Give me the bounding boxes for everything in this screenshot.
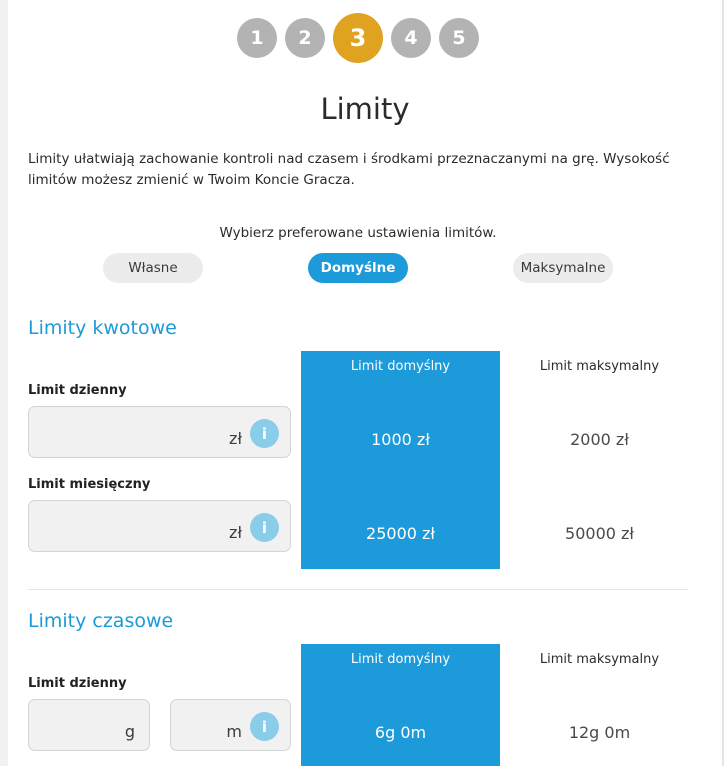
intro-text: Limity ułatwiają zachowanie kontroli nad…	[28, 151, 670, 188]
limits-panel: 1 2 3 4 5 Limity Limity ułatwiają zachow…	[8, 0, 722, 766]
step-3-active[interactable]: 3	[333, 13, 383, 63]
option-max-button[interactable]: Maksymalne	[513, 253, 613, 283]
amount-daily-default-value: 1000 zł	[371, 430, 430, 449]
page-title: Limity	[320, 92, 410, 126]
minutes-unit: m	[226, 722, 242, 741]
step-2[interactable]: 2	[285, 18, 325, 58]
amount-default-header: Limit domyślny	[350, 359, 451, 374]
option-default-button[interactable]: Domyślne	[308, 253, 408, 283]
info-icon[interactable]: i	[250, 513, 279, 542]
amount-daily-label: Limit dzienny	[28, 383, 127, 398]
amount-monthly-max-value: 50000 zł	[565, 524, 634, 543]
step-1[interactable]: 1	[237, 18, 277, 58]
step-indicator: 1 2 3 4 5	[8, 13, 722, 63]
section-divider	[28, 589, 688, 590]
hours-unit: g	[124, 722, 135, 741]
amount-monthly-input[interactable]: zł i	[28, 500, 291, 552]
time-daily-max-value: 12g 0m	[568, 723, 631, 742]
time-hours-input[interactable]: g	[28, 699, 150, 751]
info-icon[interactable]: i	[250, 712, 279, 741]
time-minutes-input[interactable]: m i	[170, 699, 291, 751]
time-daily-label: Limit dzienny	[28, 676, 127, 691]
info-icon[interactable]: i	[250, 419, 279, 448]
choose-settings-label: Wybierz preferowane ustawienia limitów.	[219, 225, 497, 241]
currency-unit: zł	[229, 523, 242, 542]
currency-unit: zł	[229, 429, 242, 448]
amount-daily-input[interactable]: zł i	[28, 406, 291, 458]
step-4[interactable]: 4	[391, 18, 431, 58]
amount-max-header: Limit maksymalny	[539, 359, 660, 374]
step-5[interactable]: 5	[439, 18, 479, 58]
amount-monthly-label: Limit miesięczny	[28, 477, 151, 492]
time-limits-title: Limity czasowe	[28, 610, 174, 632]
amount-daily-max-value: 2000 zł	[570, 430, 629, 449]
amount-monthly-default-value: 25000 zł	[366, 524, 435, 543]
time-max-header: Limit maksymalny	[539, 652, 660, 667]
amount-default-column: Limit domyślny 1000 zł 25000 zł	[301, 351, 500, 569]
option-own-button[interactable]: Własne	[103, 253, 203, 283]
time-default-column: Limit domyślny 6g 0m	[301, 644, 500, 766]
time-default-header: Limit domyślny	[350, 652, 451, 667]
time-daily-default-value: 6g 0m	[374, 723, 427, 742]
amount-limits-title: Limity kwotowe	[28, 317, 177, 339]
